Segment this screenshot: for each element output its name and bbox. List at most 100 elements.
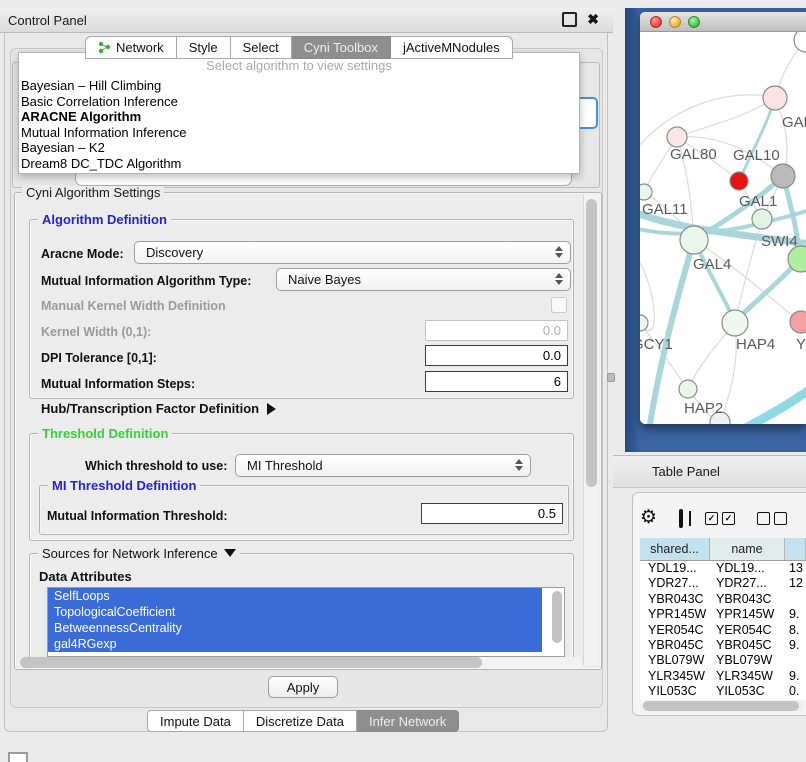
network-node-gal80[interactable]	[667, 127, 687, 147]
control-panel-title: Control Panel	[8, 13, 87, 28]
network-node[interactable]	[763, 86, 787, 110]
tab-network[interactable]: Network	[85, 36, 177, 59]
network-node-labels: GAL GAL80 GAL10 GAL11 GAL1 SWI4 GAL4 GCY…	[640, 114, 806, 417]
network-node-salmon[interactable]	[790, 311, 806, 333]
gear-icon[interactable]: ⚙	[640, 508, 657, 528]
select-rows-icon[interactable]: ✓✓	[705, 512, 735, 525]
network-node-gcy1[interactable]	[640, 315, 648, 331]
table-panel-titlebar: Table Panel	[613, 455, 806, 488]
algorithm-option-basic-correlation[interactable]: Basic Correlation Inference	[19, 94, 579, 110]
node-label: GAL1	[739, 193, 777, 210]
aracne-mode-label: Aracne Mode:	[41, 247, 124, 261]
mi-threshold-label: Mutual Information Threshold:	[47, 509, 228, 523]
node-label: GAL	[782, 114, 806, 131]
control-panel-tabbar: Network Style Select Cyni Toolbox jActiv…	[85, 36, 513, 59]
algorithm-option-bayesian-k2[interactable]: Bayesian – K2	[19, 140, 579, 156]
mi-threshold-field[interactable]: 0.5	[421, 503, 563, 524]
kernel-width-label: Kernel Width (0,1):	[41, 325, 151, 339]
table-row[interactable]: YBL079WYBL079W	[640, 653, 806, 668]
which-threshold-combo[interactable]: MI Threshold	[235, 454, 531, 477]
manual-kernel-width-checkbox[interactable]	[551, 297, 567, 313]
tab-select[interactable]: Select	[231, 36, 292, 59]
list-vertical-scrollbar[interactable]	[552, 591, 562, 649]
tab-style[interactable]: Style	[177, 36, 231, 59]
column-header-partial[interactable]	[785, 538, 806, 560]
kernel-width-field[interactable]: 0.0	[425, 320, 568, 341]
network-node-gal11[interactable]	[640, 184, 652, 200]
table-row[interactable]: YER054CYER054C8.	[640, 623, 806, 638]
collapsed-panel-icon[interactable]	[8, 752, 28, 762]
mi-algorithm-type-combo[interactable]: Naive Bayes	[276, 268, 571, 291]
table-row[interactable]: YBR045CYBR045C9.	[640, 638, 806, 653]
algorithm-option-bayesian-hill-climbing[interactable]: Bayesian – Hill Climbing	[19, 78, 579, 94]
tab-impute-data[interactable]: Impute Data	[147, 710, 244, 732]
list-item[interactable]: TopologicalCoefficient	[48, 604, 542, 620]
float-panel-icon[interactable]	[562, 12, 577, 27]
dpi-tolerance-label: DPI Tolerance [0,1]:	[41, 351, 157, 365]
mac-minimize-button[interactable]	[669, 16, 681, 28]
network-node-gal4[interactable]	[680, 226, 708, 254]
threshold-definition-title: Threshold Definition	[38, 426, 172, 441]
deselect-rows-icon[interactable]	[757, 512, 787, 525]
expanded-arrow-icon	[224, 549, 236, 557]
network-node-hap4[interactable]	[722, 310, 748, 336]
panel-splitter-grip[interactable]	[607, 373, 615, 382]
table-row[interactable]: YPR145WYPR145W9.	[640, 607, 806, 622]
column-header-name[interactable]: name	[710, 538, 785, 560]
network-node-red[interactable]	[730, 172, 748, 190]
dpi-tolerance-field[interactable]: 0.0	[425, 345, 568, 366]
hub-expander[interactable]: Hub/Transcription Factor Definition	[41, 401, 276, 416]
settings-vertical-scrollbar[interactable]	[583, 195, 599, 665]
sources-title[interactable]: Sources for Network Inference	[38, 546, 240, 561]
collapsed-arrow-icon	[267, 403, 276, 415]
tab-discretize-data[interactable]: Discretize Data	[244, 710, 357, 732]
network-node[interactable]	[794, 32, 806, 52]
node-label: SWI4	[761, 233, 798, 250]
table-row[interactable]: YLR345WYLR345W9.	[640, 669, 806, 684]
list-item[interactable]: gal4RGexp	[48, 636, 542, 652]
mac-zoom-button[interactable]	[688, 16, 700, 28]
network-node-hap2[interactable]	[679, 380, 697, 398]
list-item[interactable]: BetweennessCentrality	[48, 620, 542, 636]
which-threshold-label: Which threshold to use:	[85, 459, 227, 473]
network-node-gray[interactable]	[771, 164, 795, 188]
table-header-row: shared... name	[640, 538, 806, 561]
settings-horizontal-scrollbar[interactable]	[18, 657, 582, 668]
tab-infer-network[interactable]: Infer Network	[357, 710, 459, 732]
tab-cyni-toolbox[interactable]: Cyni Toolbox	[292, 36, 391, 59]
network-tab-icon	[98, 41, 111, 54]
mi-threshold-definition-title: MI Threshold Definition	[48, 478, 200, 493]
table-row[interactable]: YBR043CYBR043C	[640, 592, 806, 607]
aracne-mode-combo[interactable]: Discovery	[134, 241, 571, 264]
algorithm-option-dream8[interactable]: Dream8 DC_TDC Algorithm	[19, 156, 579, 172]
algorithm-definition-title: Algorithm Definition	[38, 212, 171, 227]
data-attributes-list[interactable]: SelfLoops TopologicalCoefficient Between…	[47, 587, 565, 657]
columns-icon[interactable]	[679, 509, 683, 528]
network-node-gal1[interactable]	[752, 209, 772, 229]
table-row[interactable]: YDL19...YDL19...13	[640, 561, 806, 576]
table-row[interactable]: YIL053CYIL053C0.	[640, 684, 806, 699]
table-row[interactable]: YDR27...YDR27...12	[640, 576, 806, 591]
apply-button[interactable]: Apply	[268, 676, 338, 698]
node-label: GAL10	[733, 147, 780, 164]
node-label: HAP2	[684, 400, 723, 417]
table-horizontal-scrollbar[interactable]	[641, 701, 805, 711]
node-label: Y	[796, 336, 806, 353]
algorithm-dropdown-popup: Select algorithm to view settings Bayesi…	[18, 52, 580, 174]
table-panel-title: Table Panel	[652, 464, 720, 479]
mi-steps-field[interactable]: 6	[425, 371, 568, 392]
list-item[interactable]: SelfLoops	[48, 588, 542, 604]
screenshot-root: Control Panel ✖ Network Style Select Cyn…	[0, 0, 806, 762]
network-canvas[interactable]: GAL GAL80 GAL10 GAL11 GAL1 SWI4 GAL4 GCY…	[640, 32, 806, 424]
algorithm-option-mutual-information[interactable]: Mutual Information Inference	[19, 125, 579, 141]
close-panel-icon[interactable]: ✖	[587, 14, 599, 25]
tab-jactivemnodules[interactable]: jActiveMNodules	[391, 36, 513, 59]
table-panel-toolbar: ⚙ ✓✓	[640, 503, 806, 533]
node-label: GAL80	[670, 146, 717, 163]
column-header-shared-name[interactable]: shared...	[640, 538, 710, 560]
combo-spinner-icon	[555, 246, 563, 258]
network-nodes[interactable]	[640, 32, 806, 424]
mac-close-button[interactable]	[650, 16, 662, 28]
data-attributes-label: Data Attributes	[39, 569, 132, 584]
algorithm-option-aracne[interactable]: ARACNE Algorithm	[19, 109, 579, 125]
